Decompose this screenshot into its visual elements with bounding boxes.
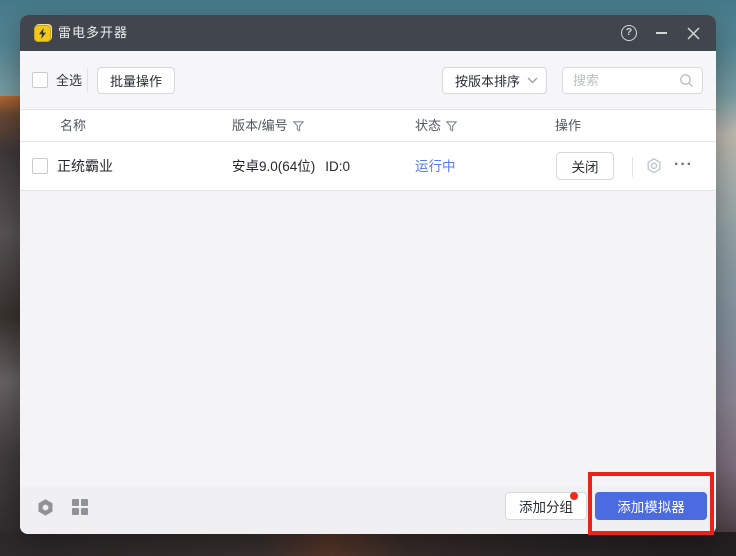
column-header-status: 状态	[415, 110, 457, 142]
toolbar: 全选 批量操作 按版本排序	[20, 51, 716, 110]
emulator-id: ID:0	[325, 159, 350, 174]
stop-emulator-button[interactable]: 关闭	[556, 152, 614, 180]
wallpaper-mountain-bottom	[0, 532, 736, 556]
sort-dropdown[interactable]: 按版本排序	[442, 67, 547, 94]
help-button[interactable]: ?	[614, 15, 644, 51]
toolbar-divider	[87, 69, 88, 92]
select-all-label: 全选	[56, 72, 82, 89]
footer-bar: 添加分组 添加模拟器	[20, 487, 716, 534]
emulator-list-empty-area	[20, 191, 716, 487]
question-mark-icon: ?	[621, 25, 637, 41]
emulator-row: 正统霸业 安卓9.0(64位)ID:0 运行中 关闭 ···	[20, 142, 716, 191]
row-divider	[632, 157, 633, 177]
grid-square	[81, 508, 88, 515]
app-window: 雷电多开器 ? 全选 批量操作 按版本排序	[20, 15, 716, 534]
chevron-down-icon	[527, 77, 538, 84]
filter-icon[interactable]	[293, 121, 304, 132]
table-header: 名称 版本/编号 状态 操作	[20, 110, 716, 142]
layout-grid-button[interactable]	[72, 499, 88, 515]
wallpaper-mountain-left	[0, 96, 21, 556]
grid-square	[81, 499, 88, 506]
settings-button[interactable]	[36, 498, 55, 517]
add-group-button[interactable]: 添加分组	[505, 492, 587, 520]
select-all-checkbox[interactable]	[32, 72, 48, 88]
column-header-operations: 操作	[555, 110, 581, 142]
search-icon	[679, 73, 694, 88]
more-options-button[interactable]: ···	[674, 142, 693, 191]
notification-dot	[570, 492, 578, 500]
grid-square	[72, 499, 79, 506]
emulator-version: 安卓9.0(64位)ID:0	[232, 142, 350, 191]
sort-dropdown-value: 按版本排序	[455, 71, 527, 90]
search-input[interactable]	[573, 73, 679, 88]
minimize-icon	[656, 32, 667, 34]
status-badge: 运行中	[415, 142, 456, 191]
grid-square	[72, 508, 79, 515]
titlebar: 雷电多开器 ?	[20, 15, 716, 51]
window-title: 雷电多开器	[58, 15, 128, 51]
row-settings-button[interactable]	[644, 156, 664, 176]
column-header-version: 版本/编号	[232, 110, 304, 142]
gear-outline-icon	[645, 157, 663, 175]
close-icon	[687, 27, 700, 40]
add-emulator-button[interactable]: 添加模拟器	[595, 492, 707, 520]
search-box	[562, 67, 703, 94]
emulator-name: 正统霸业	[57, 142, 113, 191]
filter-icon[interactable]	[446, 121, 457, 132]
column-header-name: 名称	[60, 110, 86, 142]
gear-solid-icon	[36, 498, 55, 517]
batch-operations-button[interactable]: 批量操作	[97, 67, 175, 94]
app-logo-icon	[34, 25, 51, 42]
close-button[interactable]	[678, 15, 708, 51]
minimize-button[interactable]	[646, 15, 676, 51]
row-checkbox[interactable]	[32, 158, 48, 174]
